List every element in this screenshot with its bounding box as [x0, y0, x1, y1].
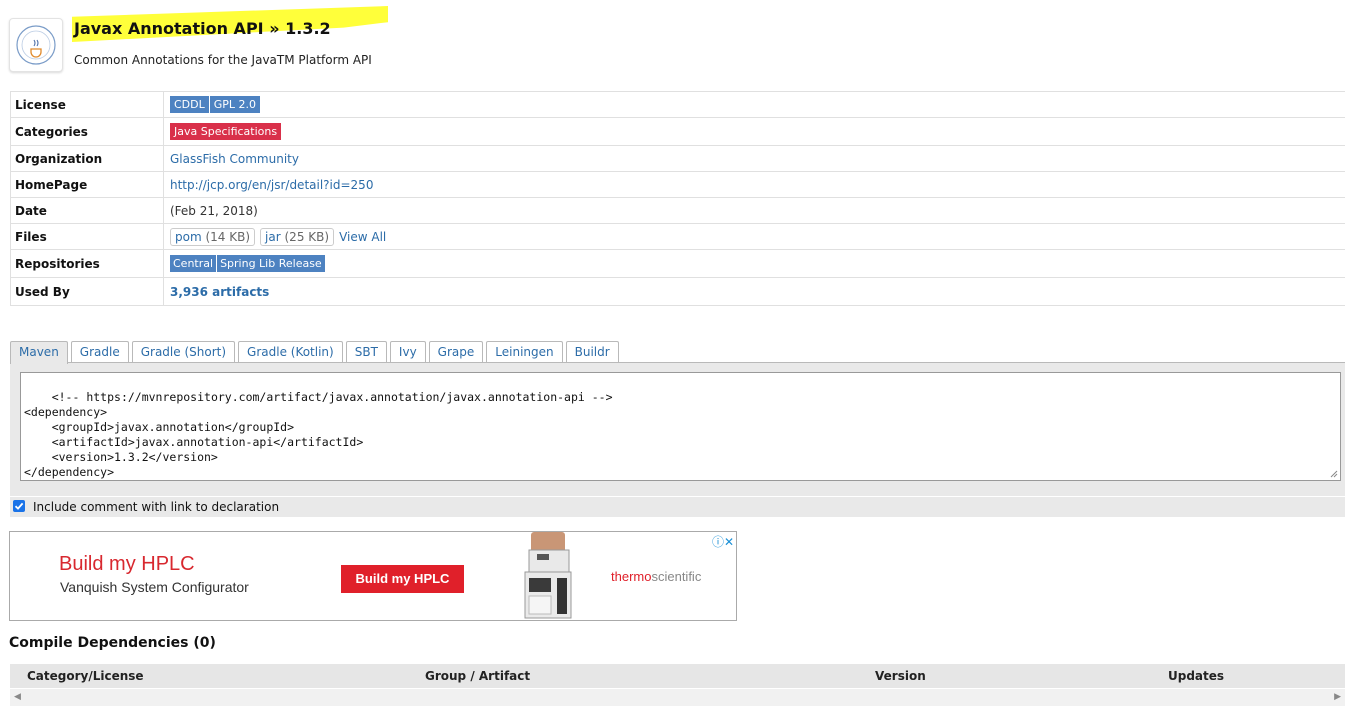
artifact-description: Common Annotations for the JavaTM Platfo… [74, 53, 372, 67]
file-pom-size: (14 KB) [205, 229, 251, 244]
resize-grip-icon[interactable] [1330, 470, 1338, 478]
info-row-homepage: HomePage http://jcp.org/en/jsr/detail?id… [10, 171, 1345, 198]
file-jar-button[interactable]: jar (25 KB) [260, 227, 335, 246]
view-all-link[interactable]: View All [339, 230, 386, 244]
license-badge-cddl[interactable]: CDDL [170, 96, 209, 113]
ad-title[interactable]: Build my HPLC [59, 553, 195, 576]
tab-gradle-kotlin[interactable]: Gradle (Kotlin) [238, 341, 343, 362]
repositories-label: Repositories [10, 249, 164, 278]
tab-leiningen[interactable]: Leiningen [486, 341, 563, 362]
homepage-label: HomePage [10, 171, 164, 198]
tab-maven[interactable]: Maven [10, 341, 68, 364]
organization-label: Organization [10, 145, 164, 172]
info-row-organization: Organization GlassFish Community [10, 145, 1345, 172]
scroll-right-icon[interactable]: ▶ [1334, 692, 1341, 702]
ad-brand-logo: thermoscientific [611, 569, 701, 584]
dependency-snippet-text: <!-- https://mvnrepository.com/artifact/… [24, 390, 613, 479]
column-updates: Updates [1168, 669, 1225, 683]
checkmark-icon [14, 502, 24, 510]
horizontal-scrollbar[interactable]: ◀ ▶ [10, 689, 1345, 706]
license-badge-gpl[interactable]: GPL 2.0 [209, 96, 261, 113]
column-group-artifact: Group / Artifact [425, 669, 531, 683]
tab-gradle-short[interactable]: Gradle (Short) [131, 341, 236, 362]
compile-dependencies-title: Compile Dependencies (0) [9, 635, 216, 651]
info-row-license: License CDDL GPL 2.0 [10, 91, 1345, 118]
title-separator: » [269, 19, 280, 38]
license-label: License [10, 91, 164, 118]
license-values: CDDL GPL 2.0 [163, 91, 1345, 118]
files-values: pom (14 KB) jar (25 KB) View All [163, 223, 1345, 250]
used-by-label: Used By [10, 277, 164, 306]
file-pom-button[interactable]: pom (14 KB) [170, 227, 256, 246]
tab-gradle[interactable]: Gradle [70, 341, 129, 362]
repositories-values: Central Spring Lib Release [163, 249, 1345, 278]
info-row-files: Files pom (14 KB) jar (25 KB) View All [10, 223, 1345, 250]
ad-choices-icon[interactable]: ⓘ✕ [712, 533, 734, 550]
artifact-logo [9, 18, 63, 72]
ad-cta-button[interactable]: Build my HPLC [341, 565, 464, 593]
used-by-link[interactable]: 3,936 artifacts [170, 285, 269, 299]
page-title: Javax Annotation API » 1.3.2 [74, 19, 331, 38]
ad-brand-bold: thermo [611, 569, 652, 584]
files-label: Files [10, 223, 164, 250]
used-by-values: 3,936 artifacts [163, 277, 1345, 306]
repo-badge-central[interactable]: Central [170, 255, 217, 272]
repo-badge-spring[interactable]: Spring Lib Release [217, 255, 325, 272]
artifact-name: Javax Annotation API [74, 19, 264, 38]
date-label: Date [10, 197, 164, 224]
categories-label: Categories [10, 117, 164, 146]
ad-subtitle: Vanquish System Configurator [60, 579, 249, 595]
artifact-info-table: License CDDL GPL 2.0 Categories Java Spec… [10, 91, 1345, 306]
ad-product-image [515, 532, 585, 620]
homepage-values: http://jcp.org/en/jsr/detail?id=250 [163, 171, 1345, 198]
build-tool-tabs: Maven Gradle Gradle (Short) Gradle (Kotl… [10, 341, 622, 364]
column-category-license: Category/License [27, 669, 144, 683]
scroll-left-icon[interactable]: ◀ [14, 692, 21, 702]
tab-ivy[interactable]: Ivy [389, 341, 426, 362]
date-value: (Feb 21, 2018) [163, 197, 1345, 224]
column-version: Version [875, 669, 926, 683]
dependencies-table-header: Category/License Group / Artifact Versio… [10, 664, 1345, 688]
advertisement-banner[interactable]: Build my HPLC Vanquish System Configurat… [9, 531, 737, 621]
tab-grape[interactable]: Grape [428, 341, 484, 362]
file-jar-name: jar [265, 229, 281, 244]
include-comment-checkbox[interactable] [13, 500, 25, 512]
tab-sbt[interactable]: SBT [345, 341, 387, 362]
homepage-link[interactable]: http://jcp.org/en/jsr/detail?id=250 [170, 178, 373, 192]
file-pom-name: pom [175, 229, 202, 244]
organization-values: GlassFish Community [163, 145, 1345, 172]
include-comment-row: Include comment with link to declaration [10, 497, 1345, 517]
ad-brand-light: scientific [651, 569, 702, 584]
info-row-used-by: Used By 3,936 artifacts [10, 277, 1345, 306]
artifact-version: 1.3.2 [285, 19, 331, 38]
category-badge[interactable]: Java Specifications [170, 123, 282, 140]
include-comment-label: Include comment with link to declaration [33, 500, 280, 514]
dependency-snippet-textarea[interactable]: <!-- https://mvnrepository.com/artifact/… [20, 372, 1341, 481]
info-row-categories: Categories Java Specifications [10, 117, 1345, 146]
categories-values: Java Specifications [163, 117, 1345, 146]
tab-buildr[interactable]: Buildr [565, 341, 619, 362]
info-row-date: Date (Feb 21, 2018) [10, 197, 1345, 224]
file-jar-size: (25 KB) [284, 229, 330, 244]
organization-link[interactable]: GlassFish Community [170, 152, 299, 166]
artifact-header: Javax Annotation API » 1.3.2 Common Anno… [0, 0, 1345, 90]
info-row-repositories: Repositories Central Spring Lib Release [10, 249, 1345, 278]
page: Javax Annotation API » 1.3.2 Common Anno… [0, 0, 1345, 720]
